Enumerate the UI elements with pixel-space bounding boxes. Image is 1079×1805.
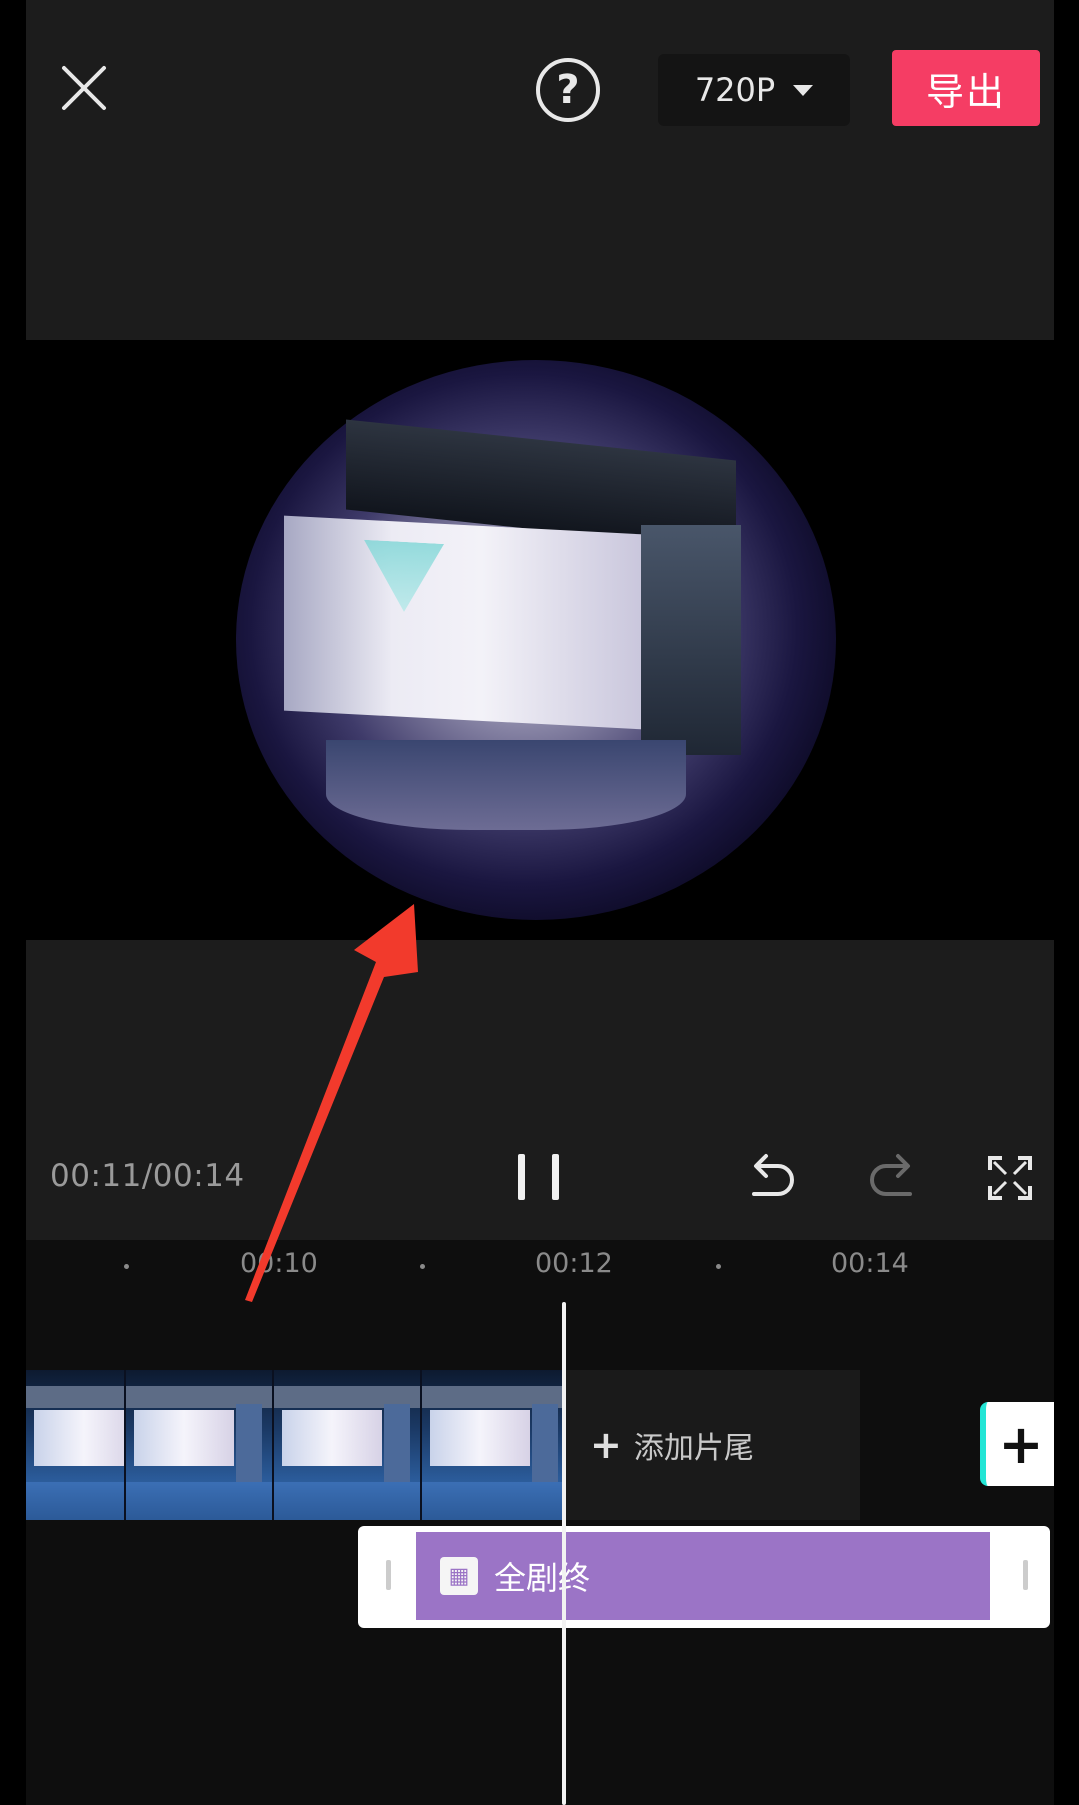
tick-label: 00:12 [535,1248,613,1279]
top-bar: ? 720P 导出 [26,0,1054,340]
effect-track[interactable]: ▦ 全剧终 [358,1526,1050,1628]
close-button[interactable] [56,60,112,116]
clip-thumbnail [26,1370,126,1520]
preview-scene-screen [284,515,644,730]
video-editor: ? 720P 导出 00:11/00:14 00:10 00:12 00:14 … [26,0,1054,1805]
add-clip-button[interactable]: + [980,1402,1054,1486]
trim-handle-left[interactable] [386,1560,391,1590]
plus-icon: + [998,1412,1044,1476]
tick-label: 00:10 [240,1248,318,1279]
time-display: 00:11/00:14 [50,1158,245,1194]
clip-thumbnail [274,1370,422,1520]
tick-dot [124,1264,129,1269]
resolution-select[interactable]: 720P [658,54,850,126]
clip-thumbnail [422,1370,562,1520]
pause-icon [518,1154,525,1200]
preview-scene-floor [326,740,686,830]
plus-icon: + [590,1423,622,1467]
fullscreen-icon [988,1156,1032,1200]
playback-controls: 00:11/00:14 [26,940,1054,1240]
close-icon [62,66,106,110]
clip-thumbnail [126,1370,274,1520]
pause-icon-bar [552,1154,559,1200]
preview-scene-pillar [641,525,741,755]
time-ruler: 00:10 00:12 00:14 [26,1240,1054,1290]
video-preview[interactable] [26,340,1054,940]
add-ending-label: 添加片尾 [633,1431,754,1466]
chevron-down-icon [793,84,814,96]
export-button[interactable]: 导出 [892,50,1040,126]
add-ending-button[interactable]: + 添加片尾 [564,1370,860,1520]
tick-dot [420,1264,425,1269]
playhead[interactable] [562,1302,566,1805]
resolution-value: 720P [694,71,776,109]
fullscreen-button[interactable] [986,1154,1034,1202]
video-clip-track[interactable] [26,1370,562,1520]
timeline[interactable]: 00:10 00:12 00:14 + 添加片尾 + ▦ 全剧终 [26,1240,1054,1805]
tick-dot [716,1264,721,1269]
effect-clip[interactable]: ▦ 全剧终 [416,1532,990,1620]
pause-button[interactable] [518,1154,562,1202]
redo-button[interactable] [864,1152,920,1204]
undo-button[interactable] [744,1152,800,1204]
tick-label: 00:14 [831,1248,909,1279]
effect-icon: ▦ [440,1557,478,1595]
redo-icon [870,1154,912,1196]
help-button[interactable]: ? [536,58,600,122]
undo-icon [752,1154,794,1196]
effect-label: 全剧终 [494,1559,591,1597]
help-icon: ? [556,67,580,113]
trim-handle-right[interactable] [1023,1560,1028,1590]
